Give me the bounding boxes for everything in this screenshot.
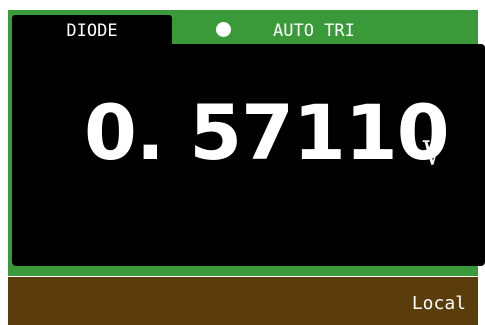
measurement-value: 0. 57110 [84, 88, 450, 177]
remote-state-label: Local [411, 293, 466, 314]
measurement-unit: V [423, 134, 442, 174]
trigger-indicator-icon [216, 22, 231, 37]
tab-mode-diode[interactable]: DIODE [12, 15, 172, 45]
multimeter-screen: DIODE AUTO TRI 0. 57110 V Local [0, 0, 485, 325]
mode-tab-label: DIODE [66, 21, 118, 41]
trigger-mode-label: AUTO TRI [273, 21, 355, 41]
status-bar: Local [8, 277, 478, 325]
